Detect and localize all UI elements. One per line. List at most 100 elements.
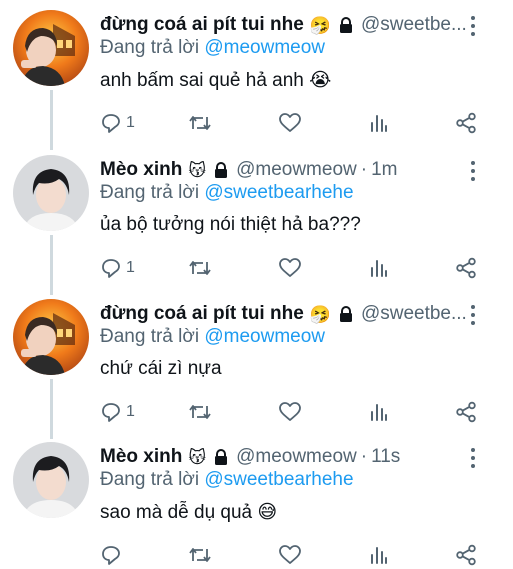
replying-to-label: Đang trả lời — [100, 37, 200, 58]
name-emoji: 😽 — [188, 160, 207, 180]
user-handle[interactable]: @meowmeow — [236, 159, 357, 181]
more-vertical-icon[interactable] — [463, 446, 483, 470]
tweet-text: anh bấm sai quẻ hả anh 😭 — [100, 70, 332, 91]
tweet[interactable]: đừng coá ai pít tui nhe 🤧 @sweetbe... Đa… — [0, 4, 513, 150]
heart-icon — [279, 113, 301, 132]
stats-button[interactable] — [368, 397, 390, 427]
replying-to: Đang trả lời @meowmeow — [100, 326, 325, 348]
avatar-image — [13, 442, 89, 518]
avatar-orange-fire[interactable] — [13, 10, 89, 86]
stats-button[interactable] — [368, 540, 390, 569]
reply-button[interactable]: 1 — [100, 108, 135, 138]
reply-count: 1 — [126, 403, 135, 420]
tweet-text: sao mà dễ dụ quả 😅 — [100, 502, 278, 523]
mention-link[interactable]: @meowmeow — [204, 326, 325, 347]
reply-button[interactable]: 1 — [100, 397, 135, 427]
tweet-header: đừng coá ai pít tui nhe 🤧 @sweetbe... — [100, 12, 503, 38]
tweet[interactable]: đừng coá ai pít tui nhe 🤧 @sweetbe... Đa… — [0, 293, 513, 439]
display-name[interactable]: đừng coá ai pít tui nhe — [100, 14, 304, 36]
lock-icon — [337, 305, 355, 323]
bar-chart-icon — [371, 404, 387, 421]
retweet-button[interactable] — [188, 108, 212, 138]
user-handle[interactable]: @meowmeow — [236, 446, 357, 468]
bar-chart-icon — [371, 260, 387, 277]
bar-chart-icon — [371, 115, 387, 132]
reply-icon — [102, 403, 120, 422]
reply-icon — [102, 259, 120, 278]
timestamp[interactable]: 11s — [371, 446, 400, 468]
user-handle[interactable]: @sweetbe... — [361, 303, 467, 325]
share-icon — [456, 544, 476, 566]
stats-button[interactable] — [368, 108, 390, 138]
tweet-header: Mèo xinh 😽 @meowmeow · 1m — [100, 157, 503, 183]
display-name[interactable]: Mèo xinh — [100, 446, 182, 468]
retweet-button[interactable] — [188, 540, 212, 569]
share-icon — [456, 257, 476, 279]
name-emoji: 🤧 — [309, 304, 331, 324]
more-vertical-icon[interactable] — [463, 159, 483, 183]
mention-link[interactable]: @sweetbearhehe — [204, 182, 353, 203]
tweet-header: Mèo xinh 😽 @meowmeow · 11s — [100, 444, 503, 470]
avatar-dark-hair[interactable] — [13, 155, 89, 231]
tweet[interactable]: Mèo xinh 😽 @meowmeow · 1m Đang trả lời @… — [0, 149, 513, 295]
reply-button[interactable] — [100, 540, 126, 569]
heart-icon — [279, 545, 301, 564]
tweet-header: đừng coá ai pít tui nhe 🤧 @sweetbe... — [100, 301, 503, 327]
share-button[interactable] — [455, 108, 477, 138]
bar-chart-icon — [371, 547, 387, 564]
user-handle[interactable]: @sweetbe... — [361, 14, 467, 36]
tweet-text: ủa bộ tưởng nói thiệt hả ba??? — [100, 214, 361, 235]
lock-icon — [212, 448, 230, 466]
avatar-orange-fire[interactable] — [13, 299, 89, 375]
share-icon — [456, 112, 476, 134]
tweet-text: chứ cái zì nựa — [100, 358, 222, 379]
retweet-icon — [189, 548, 211, 562]
avatar-image — [13, 10, 89, 86]
reply-button[interactable]: 1 — [100, 253, 135, 283]
retweet-icon — [189, 405, 211, 419]
lock-icon — [212, 161, 230, 179]
replying-to: Đang trả lời @meowmeow — [100, 37, 325, 59]
heart-icon — [279, 402, 301, 421]
tweet-actions: 1 — [100, 253, 490, 283]
thread-connector-line — [50, 90, 53, 150]
like-button[interactable] — [278, 540, 302, 569]
more-vertical-icon[interactable] — [463, 303, 483, 327]
separator-dot: · — [360, 446, 368, 467]
reply-count: 1 — [126, 259, 135, 276]
stats-button[interactable] — [368, 253, 390, 283]
thread-connector-line — [50, 379, 53, 439]
retweet-icon — [189, 261, 211, 275]
more-vertical-icon[interactable] — [463, 14, 483, 38]
name-emoji: 🤧 — [309, 15, 331, 35]
mention-link[interactable]: @meowmeow — [204, 37, 325, 58]
tweet[interactable]: Mèo xinh 😽 @meowmeow · 11s Đang trả lời … — [0, 436, 513, 569]
separator-dot: · — [360, 159, 368, 180]
tweet-actions — [100, 540, 490, 569]
avatar-image — [13, 155, 89, 231]
avatar-image — [13, 299, 89, 375]
like-button[interactable] — [278, 108, 302, 138]
name-emoji: 😽 — [188, 447, 207, 467]
like-button[interactable] — [278, 253, 302, 283]
retweet-button[interactable] — [188, 397, 212, 427]
replying-to: Đang trả lời @sweetbearhehe — [100, 182, 354, 204]
replying-to-label: Đang trả lời — [100, 182, 200, 203]
share-icon — [456, 401, 476, 423]
display-name[interactable]: đừng coá ai pít tui nhe — [100, 303, 304, 325]
share-button[interactable] — [455, 397, 477, 427]
retweet-icon — [189, 116, 211, 130]
retweet-button[interactable] — [188, 253, 212, 283]
replying-to: Đang trả lời @sweetbearhehe — [100, 469, 354, 491]
replying-to-label: Đang trả lời — [100, 326, 200, 347]
reply-thread: đừng coá ai pít tui nhe 🤧 @sweetbe... Đa… — [0, 0, 513, 569]
mention-link[interactable]: @sweetbearhehe — [204, 469, 353, 490]
display-name[interactable]: Mèo xinh — [100, 159, 182, 181]
share-button[interactable] — [455, 540, 477, 569]
reply-icon — [102, 546, 120, 565]
tweet-actions: 1 — [100, 397, 490, 427]
like-button[interactable] — [278, 397, 302, 427]
timestamp[interactable]: 1m — [371, 159, 397, 181]
avatar-dark-hair[interactable] — [13, 442, 89, 518]
share-button[interactable] — [455, 253, 477, 283]
